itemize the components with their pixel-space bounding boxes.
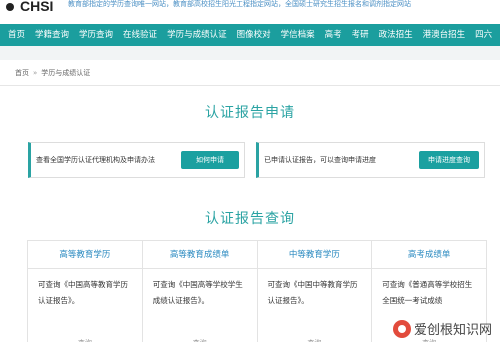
nav-item-degree-query[interactable]: 学历查询	[74, 24, 118, 46]
nav-item-image-check[interactable]: 图像校对	[232, 24, 276, 46]
card-description: 可查询《中国高等学校学生成绩认证报告》。	[152, 280, 243, 305]
progress-query-text: 已申请认证报告，可以查询申请进度	[264, 156, 376, 164]
card-higher-edu-degree[interactable]: 高等教育学历 可查询《中国高等教育学历认证报告》。 查询	[28, 241, 143, 342]
breadcrumb-separator: »	[33, 68, 38, 77]
nav-item-cet[interactable]: 四六	[470, 24, 497, 46]
nav-item-hk-tw-enroll[interactable]: 港澳台招生	[418, 24, 471, 46]
card-title[interactable]: 高等教育成绩单	[142, 241, 257, 269]
site-tagline: 教育部指定的学历查询唯一网站，教育部高校招生阳光工程指定网站，全国硕士研究生招生…	[68, 0, 411, 8]
main-content: 首页 » 学历与成绩认证 认证报告申请 查看全国学历认证代理机构及申请办法 如何…	[0, 60, 500, 342]
breadcrumb: 首页 » 学历与成绩认证	[0, 60, 500, 86]
card-higher-edu-transcript[interactable]: 高等教育成绩单 可查询《中国高等学校学生成绩认证报告》。 查询	[142, 241, 258, 342]
nav-item-certification[interactable]: 学历与成绩认证	[162, 24, 232, 46]
breadcrumb-home[interactable]: 首页	[15, 68, 29, 78]
card-title[interactable]: 高等教育学历	[28, 241, 142, 269]
card-description: 可查询《中国高等教育学历认证报告》。	[38, 280, 128, 305]
nav-item-student-status[interactable]: 学籍查询	[30, 24, 74, 46]
card-title[interactable]: 高考成绩单	[372, 241, 486, 269]
progress-query-button[interactable]: 申请进度查询	[419, 151, 479, 169]
how-to-apply-text: 查看全国学历认证代理机构及申请办法	[36, 156, 155, 164]
logo-mark-icon	[6, 3, 14, 12]
nav-item-home[interactable]: 首页	[0, 24, 30, 46]
card-query-link[interactable]: 查询	[258, 338, 372, 342]
nav-item-law-enroll[interactable]: 政法招生	[374, 24, 418, 46]
how-to-apply-button[interactable]: 如何申请	[181, 151, 239, 169]
card-description: 可查询《普通高等学校招生全国统一考试成绩	[382, 280, 473, 305]
site-logo[interactable]: CHSI	[6, 0, 53, 14]
watermark-logo-icon	[392, 319, 411, 338]
breadcrumb-current: 学历与成绩认证	[41, 68, 91, 77]
card-title[interactable]: 中等教育学历	[257, 241, 372, 269]
card-query-link[interactable]: 查询	[143, 338, 257, 342]
logo-text: CHSI	[20, 0, 54, 14]
apply-section-title: 认证报告申请	[205, 105, 295, 121]
main-nav: 首页 学籍查询 学历查询 在线验证 学历与成绩认证 图像校对 学信档案 高考 考…	[0, 24, 500, 46]
card-query-link[interactable]: 查询	[28, 338, 142, 342]
nav-item-online-verify[interactable]: 在线验证	[118, 24, 162, 46]
nav-item-archive[interactable]: 学信档案	[276, 24, 320, 46]
query-section-title: 认证报告查询	[205, 211, 295, 227]
card-description: 可查询《中国中等教育学历认证报告》。	[267, 280, 358, 305]
top-header: CHSI 教育部指定的学历查询唯一网站，教育部高校招生阳光工程指定网站，全国硕士…	[0, 0, 500, 24]
nav-item-gaokao[interactable]: 高考	[320, 24, 347, 46]
nav-item-kaoyan[interactable]: 考研	[347, 24, 374, 46]
watermark-text: 爱创根知识网	[413, 323, 492, 338]
progress-query-panel: 已申请认证报告，可以查询申请进度 申请进度查询	[256, 142, 485, 178]
card-secondary-edu-degree[interactable]: 中等教育学历 可查询《中国中等教育学历认证报告》。 查询	[257, 241, 373, 342]
card-query-link[interactable]: 查询	[372, 338, 486, 342]
how-to-apply-panel: 查看全国学历认证代理机构及申请办法 如何申请	[28, 142, 245, 178]
watermark: 爱创根知识网	[392, 319, 492, 338]
